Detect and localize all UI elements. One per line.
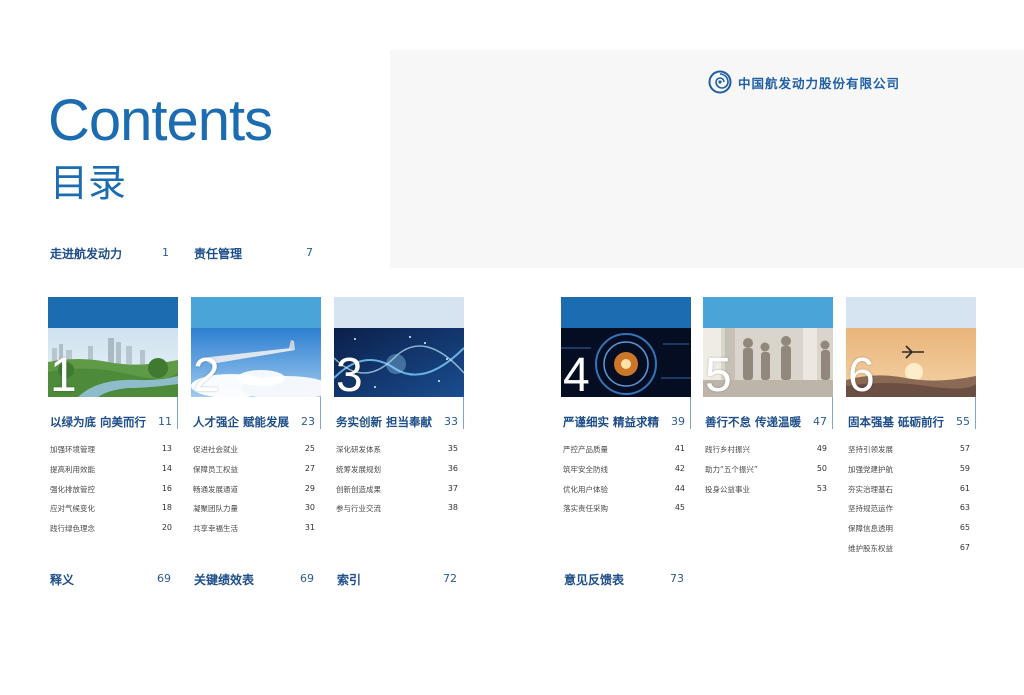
chapter-4[interactable]: 4 严谨细实 精益求精 39 严控产品质量 41 筑牢安全防线 42 优化用户体验 4… xyxy=(561,297,691,513)
chapter-items: 严控产品质量 41 筑牢安全防线 42 优化用户体验 44 落实责任采购 45 xyxy=(563,444,685,523)
chapter-5[interactable]: 5 善行不怠 传递温暖 47 践行乡村振兴 49 助力“五个振兴” 50 投身公益事… xyxy=(703,297,833,494)
chapter-divider xyxy=(463,397,464,429)
chapter-items: 坚持引领发展 57 加强党建护航 59 夯实治理基石 61 坚持规范运作 63 保障信息… xyxy=(848,444,970,563)
toc-page-about: 1 xyxy=(162,246,169,259)
toc-page-kpi-table: 69 xyxy=(300,572,314,585)
list-item[interactable]: 夯实治理基石 61 xyxy=(848,484,970,504)
toc-page-glossary: 69 xyxy=(157,572,171,585)
chapter-band xyxy=(48,297,178,328)
list-item[interactable]: 参与行业交流 38 xyxy=(336,503,458,523)
chapter-divider xyxy=(975,397,976,429)
swirl-logo-icon xyxy=(708,70,732,94)
list-item[interactable]: 严控产品质量 41 xyxy=(563,444,685,464)
chapter-band xyxy=(334,297,464,328)
chapter-page: 33 xyxy=(444,415,458,428)
chapter-title[interactable]: 人才强企 赋能发展 xyxy=(193,414,289,430)
list-item[interactable]: 凝聚团队力量 30 xyxy=(193,503,315,523)
chapter-number: 4 xyxy=(563,349,590,398)
chapter-divider xyxy=(177,397,178,429)
toc-entry-glossary[interactable]: 释义 xyxy=(50,571,74,588)
chapter-number: 3 xyxy=(336,349,363,398)
chapter-items: 促进社会就业 25 保障员工权益 27 畅通发展通道 29 凝聚团队力量 30 共享幸福… xyxy=(193,444,315,543)
chapter-photo-airplane-wing: 2 xyxy=(191,328,321,397)
chapter-number: 1 xyxy=(50,349,77,398)
list-item[interactable]: 践行乡村振兴 49 xyxy=(705,444,827,464)
list-item[interactable]: 坚持规范运作 63 xyxy=(848,503,970,523)
list-item[interactable]: 应对气候变化 18 xyxy=(50,503,172,523)
chapter-page: 11 xyxy=(158,415,172,428)
list-item[interactable]: 优化用户体验 44 xyxy=(563,484,685,504)
chapter-photo-tech-helix: 3 xyxy=(334,328,464,397)
chapter-title[interactable]: 善行不怠 传递温暖 xyxy=(705,414,801,430)
list-item[interactable]: 加强党建护航 59 xyxy=(848,464,970,484)
toc-page-index: 72 xyxy=(443,572,457,585)
list-item[interactable]: 畅通发展通道 29 xyxy=(193,484,315,504)
list-item[interactable]: 保障员工权益 27 xyxy=(193,464,315,484)
list-item[interactable]: 坚持引领发展 57 xyxy=(848,444,970,464)
list-item[interactable]: 保障信息透明 65 xyxy=(848,523,970,543)
company-logo: 中国航发动力股份有限公司 xyxy=(708,70,900,94)
chapter-title[interactable]: 严谨细实 精益求精 xyxy=(563,414,659,430)
list-item[interactable]: 加强环境管理 13 xyxy=(50,444,172,464)
chapter-6[interactable]: 6 固本强基 砥砺前行 55 坚持引领发展 57 加强党建护航 59 夯实治理基石 6… xyxy=(846,297,976,553)
page-title-zh: 目录 xyxy=(50,161,127,205)
chapter-number: 6 xyxy=(848,349,875,398)
chapter-photo-city-park: 1 xyxy=(48,328,178,397)
toc-page-feedback: 73 xyxy=(670,572,684,585)
toc-page-responsibility: 7 xyxy=(306,246,313,259)
list-item[interactable]: 促进社会就业 25 xyxy=(193,444,315,464)
chapter-divider xyxy=(690,397,691,429)
chapter-band xyxy=(703,297,833,328)
list-item[interactable]: 践行绿色理念 20 xyxy=(50,523,172,543)
list-item[interactable]: 共享幸福生活 31 xyxy=(193,523,315,543)
chapter-2[interactable]: 2 人才强企 赋能发展 23 促进社会就业 25 保障员工权益 27 畅通发展通道 2… xyxy=(191,297,321,533)
chapter-number: 5 xyxy=(705,349,732,398)
chapter-band xyxy=(191,297,321,328)
list-item[interactable]: 提高利用效能 14 xyxy=(50,464,172,484)
list-item[interactable]: 强化排放管控 16 xyxy=(50,484,172,504)
chapter-title[interactable]: 务实创新 担当奉献 xyxy=(336,414,432,430)
list-item[interactable]: 助力“五个振兴” 50 xyxy=(705,464,827,484)
list-item[interactable]: 深化研发体系 35 xyxy=(336,444,458,464)
chapter-divider xyxy=(832,397,833,429)
chapter-page: 23 xyxy=(301,415,315,428)
list-item[interactable]: 维护股东权益 67 xyxy=(848,543,970,563)
chapter-photo-office-people: 5 xyxy=(703,328,833,397)
chapter-page: 39 xyxy=(671,415,685,428)
chapter-page: 47 xyxy=(813,415,827,428)
header-panel xyxy=(390,50,1024,268)
chapter-items: 加强环境管理 13 提高利用效能 14 强化排放管控 16 应对气候变化 18 践行绿色… xyxy=(50,444,172,543)
chapter-items: 深化研发体系 35 统筹发展规划 36 创新创造成果 37 参与行业交流 38 xyxy=(336,444,458,523)
chapter-1[interactable]: 1 以绿为底 向美而行 11 加强环境管理 13 提高利用效能 14 强化排放管控 1… xyxy=(48,297,178,533)
list-item[interactable]: 投身公益事业 53 xyxy=(705,484,827,504)
toc-entry-about[interactable]: 走进航发动力 xyxy=(50,245,122,262)
toc-entry-responsibility[interactable]: 责任管理 xyxy=(194,245,242,262)
toc-entry-index[interactable]: 索引 xyxy=(337,571,361,588)
chapter-items: 践行乡村振兴 49 助力“五个振兴” 50 投身公益事业 53 xyxy=(705,444,827,503)
list-item[interactable]: 统筹发展规划 36 xyxy=(336,464,458,484)
chapter-title[interactable]: 固本强基 砥砺前行 xyxy=(848,414,944,430)
toc-entry-kpi-table[interactable]: 关键绩效表 xyxy=(194,571,254,588)
chapter-band xyxy=(561,297,691,328)
list-item[interactable]: 创新创造成果 37 xyxy=(336,484,458,504)
chapter-divider xyxy=(320,397,321,429)
chapter-title[interactable]: 以绿为底 向美而行 xyxy=(50,414,146,430)
toc-entry-feedback[interactable]: 意见反馈表 xyxy=(564,571,624,588)
chapter-number: 2 xyxy=(193,349,220,398)
chapter-photo-digital-lens: 4 xyxy=(561,328,691,397)
chapter-photo-sunset-airplane: 6 xyxy=(846,328,976,397)
chapter-band xyxy=(846,297,976,328)
company-name: 中国航发动力股份有限公司 xyxy=(738,75,901,91)
chapter-page: 55 xyxy=(956,415,970,428)
chapter-3[interactable]: 3 务实创新 担当奉献 33 深化研发体系 35 统筹发展规划 36 创新创造成果 3… xyxy=(334,297,464,513)
page-title-en: Contents xyxy=(48,88,273,153)
list-item[interactable]: 筑牢安全防线 42 xyxy=(563,464,685,484)
list-item[interactable]: 落实责任采购 45 xyxy=(563,503,685,523)
